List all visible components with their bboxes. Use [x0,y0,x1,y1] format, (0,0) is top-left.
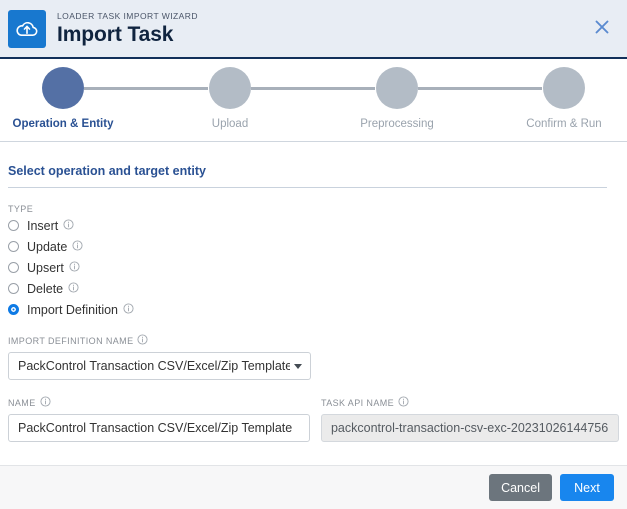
close-icon[interactable] [589,14,615,40]
wizard-eyebrow: LOADER TASK IMPORT WIZARD [57,10,198,21]
stepper-step-upload[interactable]: Upload [170,67,290,130]
task-api-name-label-text: TASK API NAME [320,397,395,408]
wizard-stepper: Operation & Entity Upload Preprocessing … [0,59,627,142]
stepper-step-confirm-run[interactable]: Confirm & Run [504,67,624,130]
step-label: Operation & Entity [12,118,114,130]
step-label: Upload [211,118,249,130]
import-definition-name-select[interactable]: PackControl Transaction CSV/Excel/Zip Te… [8,352,311,380]
import-definition-name-field: IMPORT DEFINITION NAME PackControl Trans… [8,334,619,380]
step-label: Preprocessing [360,118,434,130]
step-dot [543,67,585,109]
section-title: Select operation and target entity [8,164,607,188]
next-button[interactable]: Next [560,474,614,501]
info-icon[interactable] [63,217,74,235]
step-label: Confirm & Run [526,118,602,130]
wizard-header: LOADER TASK IMPORT WIZARD Import Task [0,0,627,59]
name-input[interactable] [8,414,310,442]
info-icon[interactable] [72,238,83,256]
radio-label: Delete [27,281,64,296]
chevron-down-icon[interactable] [294,363,302,369]
radio-label: Insert [27,218,59,233]
step-dot [376,67,418,109]
select-value: PackControl Transaction CSV/Excel/Zip Te… [18,359,290,373]
info-icon[interactable] [40,396,51,409]
step-dot [209,67,251,109]
step-dot [42,67,84,109]
radio-control-selected[interactable] [8,304,19,315]
radio-control[interactable] [8,220,19,231]
name-field: NAME [8,396,310,442]
radio-label: Upsert [27,260,64,275]
wizard-footer: Cancel Next [0,465,627,509]
task-api-name-label: TASK API NAME [321,396,619,409]
info-icon[interactable] [68,280,79,298]
info-icon[interactable] [398,396,409,409]
type-radio-group: TYPE Insert Update Upsert Delete Import … [8,204,619,319]
info-icon[interactable] [123,301,134,319]
wizard-body: Select operation and target entity TYPE … [0,164,627,442]
radio-option-delete[interactable]: Delete [8,279,619,298]
cloud-upload-icon [8,9,46,48]
radio-option-insert[interactable]: Insert [8,216,619,235]
type-label-text: TYPE [8,204,34,214]
name-label-text: NAME [8,397,36,408]
radio-control[interactable] [8,241,19,252]
import-definition-name-label-text: IMPORT DEFINITION NAME [8,335,134,346]
radio-label: Update [27,239,68,254]
radio-option-import-definition[interactable]: Import Definition [8,300,619,319]
stepper-step-operation-entity[interactable]: Operation & Entity [3,67,123,130]
radio-option-upsert[interactable]: Upsert [8,258,619,277]
page-title: Import Task [57,22,174,46]
info-icon[interactable] [137,334,149,347]
radio-control[interactable] [8,283,19,294]
import-definition-name-label: IMPORT DEFINITION NAME [8,334,619,347]
name-label: NAME [8,396,310,409]
type-label: TYPE [8,204,619,214]
task-api-name-field: TASK API NAME [320,396,619,442]
name-row: NAME TASK API NAME [8,396,619,442]
radio-option-update[interactable]: Update [8,237,619,256]
info-icon[interactable] [69,259,80,277]
task-api-name-input [320,414,619,442]
stepper-step-preprocessing[interactable]: Preprocessing [337,67,457,130]
radio-control[interactable] [8,262,19,273]
cancel-button[interactable]: Cancel [489,474,552,501]
radio-label: Import Definition [27,302,119,317]
header-text: LOADER TASK IMPORT WIZARD Import Task [57,11,198,47]
